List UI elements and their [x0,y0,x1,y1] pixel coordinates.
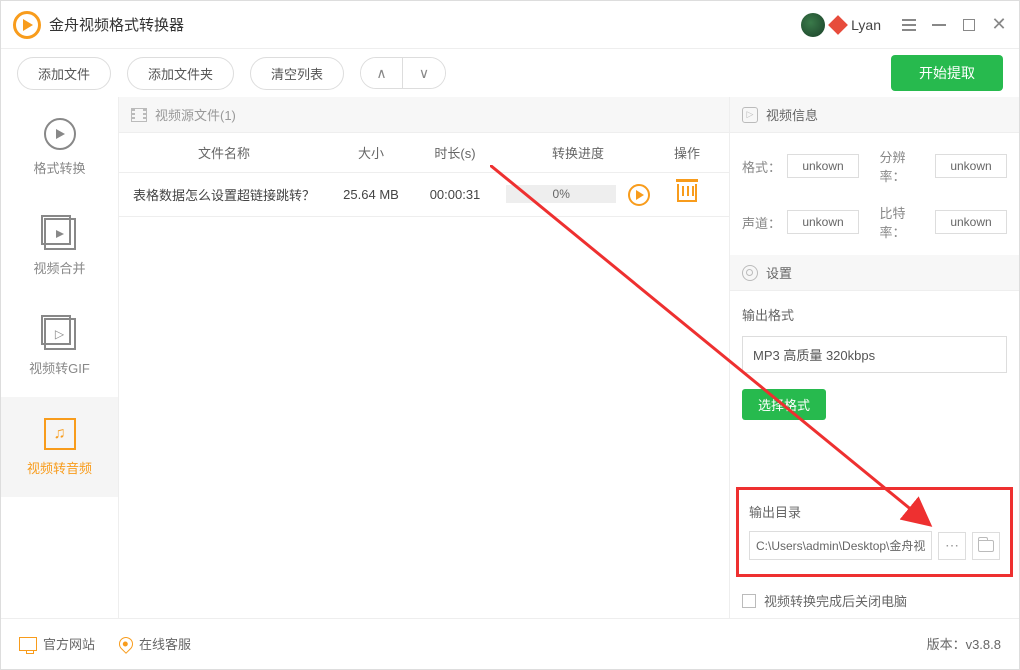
monitor-icon [19,637,37,651]
col-progress-header: 转换进度 [497,143,659,162]
settings-header: 设置 [730,255,1019,291]
file-area: 视频源文件(1) 文件名称 大小 时长(s) 转换进度 操作 表格数据怎么设置超… [119,97,729,618]
film-icon [131,108,147,122]
close-button[interactable]: ✕ [991,17,1007,33]
info-header-label: 视频信息 [766,105,818,124]
channel-label: 声道： [742,213,781,232]
shutdown-checkbox-row[interactable]: 视频转换完成后关闭电脑 [730,583,1019,618]
output-dir-section: 输出目录 C:\Users\admin\Desktop\金舟视 ⋯ [736,487,1013,577]
app-logo-icon [13,11,41,39]
output-format-label: 输出格式 [742,305,1007,324]
footer: 官方网站 在线客服 版本：v3.8.8 [1,618,1019,668]
sidebar-item-video-merge[interactable]: 视频合并 [1,197,118,297]
move-down-button[interactable]: ∨ [403,58,445,88]
folder-icon [978,540,994,552]
sidebar-item-format-convert[interactable]: 格式转换 [1,97,118,197]
checkbox-icon[interactable] [742,594,756,608]
play-icon[interactable] [628,184,650,206]
channel-value: unkown [787,210,859,234]
output-dir-input[interactable]: C:\Users\admin\Desktop\金舟视 [749,531,932,560]
cell-progress: 0% [497,184,659,206]
official-site-link[interactable]: 官方网站 [19,634,95,653]
bitrate-label: 比特率： [880,203,930,241]
format-label: 格式： [742,157,781,176]
minimize-button[interactable] [931,17,947,33]
gif-icon [44,318,76,350]
table-row[interactable]: 表格数据怎么设置超链接跳转？ 25.64 MB 00:00:31 0% [119,173,729,217]
file-panel-header: 视频源文件(1) [119,97,729,133]
music-icon [44,418,76,450]
user-area[interactable]: Lyan [801,13,881,37]
vip-diamond-icon [828,15,848,35]
cell-duration: 00:00:31 [413,187,497,202]
sidebar-item-video-to-audio[interactable]: 视频转音频 [1,397,118,497]
sidebar-item-video-to-gif[interactable]: 视频转GIF [1,297,118,397]
clear-list-button[interactable]: 清空列表 [250,57,344,90]
bitrate-value: unkown [935,210,1007,234]
convert-icon [44,118,76,150]
move-up-button[interactable]: ∧ [361,58,403,88]
maximize-button[interactable] [961,17,977,33]
merge-icon [44,218,76,250]
delete-icon[interactable] [677,184,697,202]
official-site-label: 官方网站 [43,634,95,653]
output-dir-label: 输出目录 [749,502,1000,521]
version-label: 版本：v3.8.8 [927,634,1001,653]
browse-button[interactable]: ⋯ [938,532,966,560]
sidebar-label: 视频转音频 [27,458,92,477]
sidebar: 格式转换 视频合并 视频转GIF 视频转音频 [1,97,119,618]
progress-bar: 0% [506,185,616,203]
menu-button[interactable] [901,17,917,33]
col-name-header: 文件名称 [119,143,329,162]
gear-icon [742,265,758,281]
col-operation-header: 操作 [659,143,715,162]
cell-name: 表格数据怎么设置超链接跳转？ [119,185,329,204]
headset-icon [116,634,136,654]
cell-operation [659,184,715,205]
avatar-icon [801,13,825,37]
add-folder-button[interactable]: 添加文件夹 [127,57,234,90]
table-header: 文件名称 大小 时长(s) 转换进度 操作 [119,133,729,173]
info-icon [742,107,758,123]
username-label: Lyan [851,17,881,33]
add-file-button[interactable]: 添加文件 [17,57,111,90]
settings-header-label: 设置 [766,263,792,282]
video-info-header: 视频信息 [730,97,1019,133]
right-panel: 视频信息 格式：unkown 分辨率：unkown 声道：unkown 比特率：… [729,97,1019,618]
cell-size: 25.64 MB [329,187,413,202]
file-header-label: 视频源文件(1) [155,105,236,124]
col-size-header: 大小 [329,143,413,162]
output-format-value[interactable]: MP3 高质量 320kbps [742,336,1007,373]
start-extract-button[interactable]: 开始提取 [891,55,1003,91]
open-folder-button[interactable] [972,532,1000,560]
titlebar: 金舟视频格式转换器 Lyan ✕ [1,1,1019,49]
sidebar-label: 视频合并 [33,258,85,277]
sidebar-label: 视频转GIF [29,358,90,377]
format-value: unkown [787,154,859,178]
sidebar-label: 格式转换 [33,158,85,177]
online-service-link[interactable]: 在线客服 [119,634,191,653]
online-service-label: 在线客服 [139,634,191,653]
choose-format-button[interactable]: 选择格式 [742,389,826,420]
shutdown-label: 视频转换完成后关闭电脑 [764,591,907,610]
col-duration-header: 时长(s) [413,143,497,162]
resolution-value: unkown [935,154,1007,178]
toolbar: 添加文件 添加文件夹 清空列表 ∧ ∨ 开始提取 [1,49,1019,97]
resolution-label: 分辨率： [880,147,930,185]
app-title: 金舟视频格式转换器 [49,14,184,35]
